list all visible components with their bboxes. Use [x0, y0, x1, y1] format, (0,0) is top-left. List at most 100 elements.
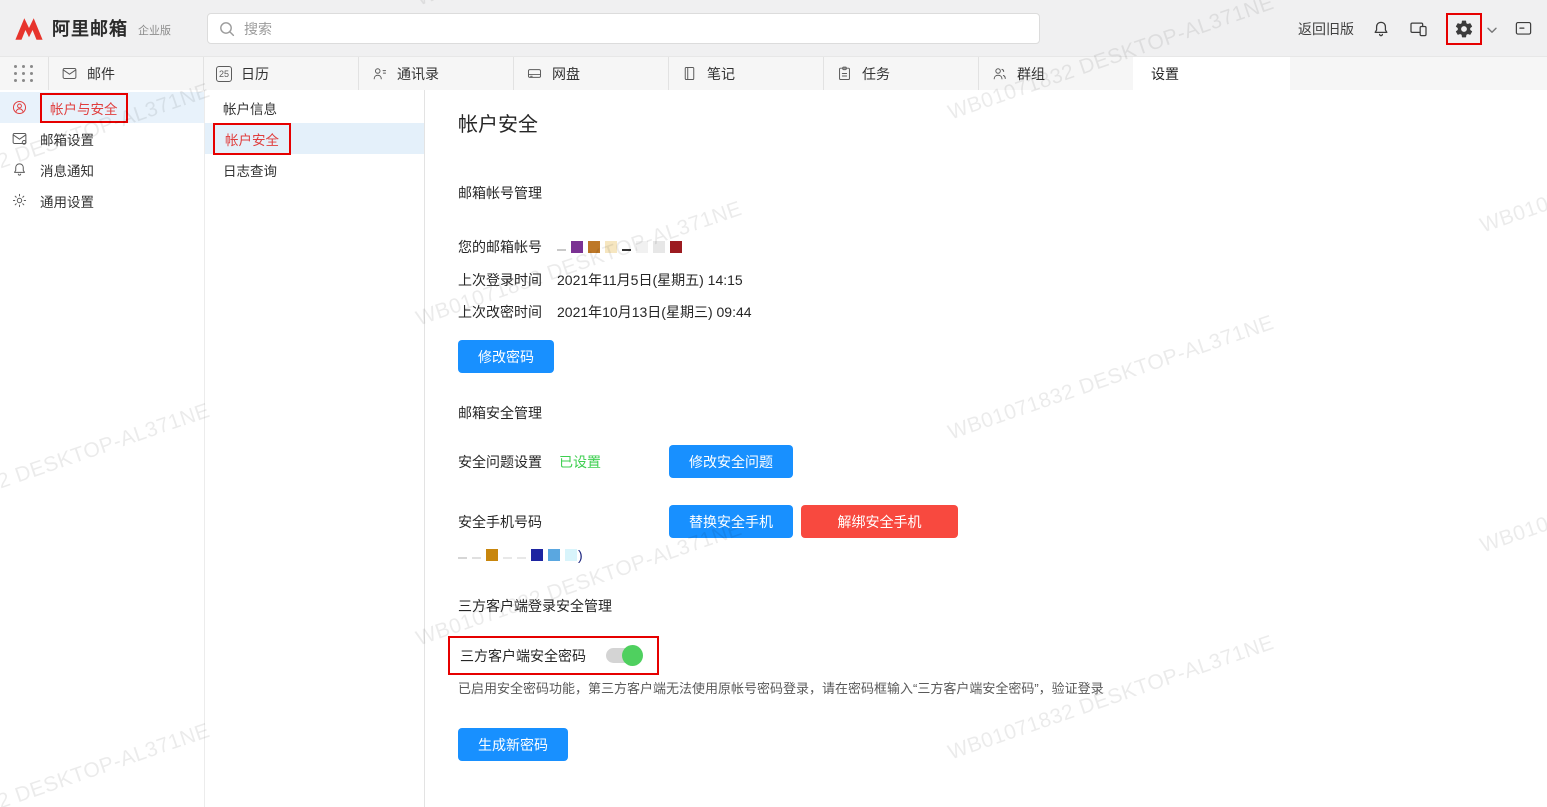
annotation-box: 帐户与安全 — [40, 93, 128, 123]
devices-icon[interactable] — [1408, 19, 1429, 39]
tab-label: 网盘 — [552, 64, 580, 84]
settings-sidebar: 帐户与安全 邮箱设置 消息通知 通用设置 — [0, 90, 205, 807]
section-account-management: 邮箱帐号管理 — [458, 183, 1547, 203]
gear-icon — [11, 192, 28, 209]
redaction-block — [458, 557, 467, 559]
subnav-item-label: 日志查询 — [223, 160, 277, 180]
redaction-block — [670, 241, 682, 253]
last-password-change-label: 上次改密时间 — [458, 302, 542, 322]
grid-icon — [14, 65, 34, 82]
sidebar-item-general-settings[interactable]: 通用设置 — [0, 185, 204, 216]
tab-label: 邮件 — [87, 64, 115, 84]
tab-label: 任务 — [862, 64, 890, 84]
chevron-down-icon[interactable] — [1487, 21, 1497, 37]
top-bar: 阿里邮箱 企业版 返回旧版 — [0, 0, 1547, 57]
contacts-icon — [371, 65, 388, 82]
toggle-knob — [622, 645, 643, 666]
tab-groups[interactable]: 群组 — [978, 57, 1133, 90]
redaction-block — [503, 557, 512, 559]
logo-edition-badge: 企业版 — [138, 22, 171, 38]
subnav-item-label: 帐户信息 — [223, 98, 277, 118]
page-title: 帐户安全 — [458, 111, 1547, 139]
back-to-old-version-link[interactable]: 返回旧版 — [1298, 19, 1354, 39]
redaction-block — [571, 241, 583, 253]
mail-icon — [61, 65, 78, 82]
redacted-email-value — [557, 241, 682, 253]
security-question-label: 安全问题设置 — [458, 452, 542, 472]
tab-tasks[interactable]: 任务 — [823, 57, 978, 90]
redaction-block — [557, 249, 566, 251]
redaction-block — [548, 549, 560, 561]
calendar-icon: 25 — [216, 66, 232, 82]
subnav-item-label: 帐户安全 — [225, 129, 279, 149]
settings-gear-annotation-box — [1446, 13, 1482, 45]
tab-drive[interactable]: 网盘 — [513, 57, 668, 90]
tasks-icon — [836, 65, 853, 82]
redaction-block — [531, 549, 543, 561]
search-bar[interactable] — [207, 13, 1040, 44]
last-password-change-value: 2021年10月13日(星期三) 09:44 — [557, 302, 752, 322]
change-security-question-button[interactable]: 修改安全问题 — [669, 445, 793, 478]
subnav-item-account-info[interactable]: 帐户信息 — [205, 92, 424, 123]
redaction-block — [636, 241, 648, 253]
app-grid-button[interactable] — [0, 57, 48, 90]
subnav-item-account-security[interactable]: 帐户安全 — [205, 123, 424, 154]
unbind-security-phone-button[interactable]: 解绑安全手机 — [801, 505, 958, 538]
redaction-block — [486, 549, 498, 561]
last-login-label: 上次登录时间 — [458, 270, 542, 290]
main-content: 帐户安全 邮箱帐号管理 您的邮箱帐号 上次登录时间 2021年11月5日(星期五… — [426, 90, 1547, 807]
third-party-password-annotation-box: 三方客户端安全密码 — [448, 636, 659, 675]
redaction-block — [622, 249, 631, 251]
search-input[interactable] — [244, 21, 1028, 37]
generate-new-password-button[interactable]: 生成新密码 — [458, 728, 568, 761]
sidebar-item-label: 消息通知 — [40, 160, 94, 180]
redaction-block — [653, 241, 665, 253]
redacted-phone-value — [458, 549, 577, 561]
tab-label: 设置 — [1151, 64, 1179, 84]
change-password-button[interactable]: 修改密码 — [458, 340, 554, 373]
last-login-value: 2021年11月5日(星期五) 14:15 — [557, 270, 743, 290]
tab-notes[interactable]: 笔记 — [668, 57, 823, 90]
notes-icon — [681, 65, 698, 82]
tab-label: 笔记 — [707, 64, 735, 84]
app-nav-row: 邮件 25 日历 通讯录 网盘 笔记 任务 群组 设置 — [0, 57, 1547, 90]
third-party-password-label: 三方客户端安全密码 — [460, 646, 586, 666]
redaction-block — [472, 557, 481, 559]
account-subnav: 帐户信息 帐户安全 日志查询 — [205, 90, 425, 807]
drive-icon — [526, 65, 543, 82]
feedback-icon[interactable] — [1514, 19, 1533, 38]
tab-label: 通讯录 — [397, 64, 439, 84]
redaction-block — [517, 557, 526, 559]
mail-settings-icon — [11, 130, 28, 147]
third-party-password-toggle[interactable] — [606, 645, 643, 666]
tab-label: 群组 — [1017, 64, 1045, 84]
logo-m-icon — [14, 16, 44, 41]
sidebar-item-mail-settings[interactable]: 邮箱设置 — [0, 123, 204, 154]
tab-calendar[interactable]: 25 日历 — [203, 57, 358, 90]
sidebar-item-account-and-security[interactable]: 帐户与安全 — [0, 92, 204, 123]
gear-icon[interactable] — [1454, 19, 1474, 39]
sidebar-item-label: 帐户与安全 — [50, 98, 118, 118]
redaction-block — [605, 241, 617, 253]
sidebar-item-notifications[interactable]: 消息通知 — [0, 154, 204, 185]
email-label: 您的邮箱帐号 — [458, 237, 542, 257]
redaction-block — [565, 549, 577, 561]
security-question-status: 已设置 — [559, 452, 601, 472]
logo-text: 阿里邮箱 — [52, 15, 128, 41]
section-mailbox-security: 邮箱安全管理 — [458, 403, 1547, 423]
search-icon — [219, 21, 235, 37]
replace-security-phone-button[interactable]: 替换安全手机 — [669, 505, 793, 538]
tab-settings[interactable]: 设置 — [1133, 57, 1290, 90]
subnav-item-log-query[interactable]: 日志查询 — [205, 154, 424, 185]
annotation-box: 帐户安全 — [213, 123, 291, 155]
bell-icon — [11, 161, 28, 178]
redacted-phone-suffix: ) — [578, 547, 583, 563]
third-party-password-description: 已启用安全密码功能，第三方客户端无法使用原帐号密码登录，请在密码框输入“三方客户… — [458, 680, 1547, 698]
app-logo: 阿里邮箱 企业版 — [0, 15, 171, 41]
tab-mail[interactable]: 邮件 — [48, 57, 203, 90]
security-phone-label: 安全手机号码 — [458, 512, 542, 532]
tab-contacts[interactable]: 通讯录 — [358, 57, 513, 90]
bell-icon[interactable] — [1371, 19, 1391, 39]
groups-icon — [991, 65, 1008, 82]
tab-label: 日历 — [241, 64, 269, 84]
